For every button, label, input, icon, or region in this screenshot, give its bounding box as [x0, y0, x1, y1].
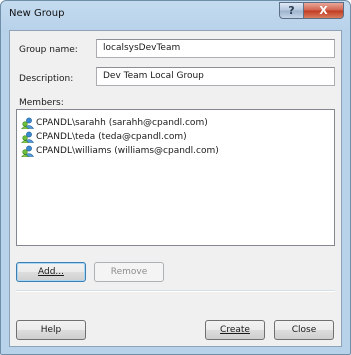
members-label: Members:	[19, 98, 64, 108]
question-mark-icon: ?	[288, 4, 295, 17]
close-button[interactable]: Close	[274, 320, 334, 340]
user-icon	[21, 117, 34, 129]
member-name: CPANDL\teda (teda@cpandl.com)	[36, 132, 187, 142]
caption-buttons: ? X	[279, 2, 344, 19]
description-field[interactable]: Dev Team Local Group	[96, 67, 335, 86]
list-item[interactable]: CPANDL\williams (williams@cpandl.com)	[21, 144, 219, 158]
help-button-label: Help	[40, 325, 62, 335]
create-button[interactable]: Create	[205, 320, 265, 340]
close-icon: X	[319, 4, 328, 17]
close-button-label: Close	[291, 325, 317, 335]
close-caption-button[interactable]: X	[304, 2, 344, 19]
remove-button-label: Remove	[110, 267, 148, 277]
dialog-client-area: Group name: localsysDevTeam Description:…	[9, 30, 342, 347]
create-button-label: Create	[220, 325, 250, 335]
members-list[interactable]: CPANDL\sarahh (sarahh@cpandl.com) CPANDL…	[16, 109, 335, 246]
add-button-label: Add...	[37, 267, 64, 277]
divider	[16, 290, 335, 292]
list-item[interactable]: CPANDL\teda (teda@cpandl.com)	[21, 130, 187, 144]
new-group-dialog: New Group ? X Group name: localsysDevTea…	[0, 0, 351, 355]
group-name-field[interactable]: localsysDevTeam	[96, 39, 335, 58]
add-button[interactable]: Add...	[16, 262, 86, 282]
member-name: CPANDL\sarahh (sarahh@cpandl.com)	[36, 118, 208, 128]
help-button[interactable]: Help	[16, 320, 86, 340]
help-caption-button[interactable]: ?	[279, 2, 304, 19]
list-item[interactable]: CPANDL\sarahh (sarahh@cpandl.com)	[21, 116, 208, 130]
description-label: Description:	[19, 74, 74, 84]
user-icon	[21, 131, 34, 143]
user-icon	[21, 145, 34, 157]
remove-button[interactable]: Remove	[94, 262, 164, 282]
group-name-label: Group name:	[19, 45, 78, 55]
member-name: CPANDL\williams (williams@cpandl.com)	[36, 146, 219, 156]
window-title: New Group	[9, 8, 65, 19]
